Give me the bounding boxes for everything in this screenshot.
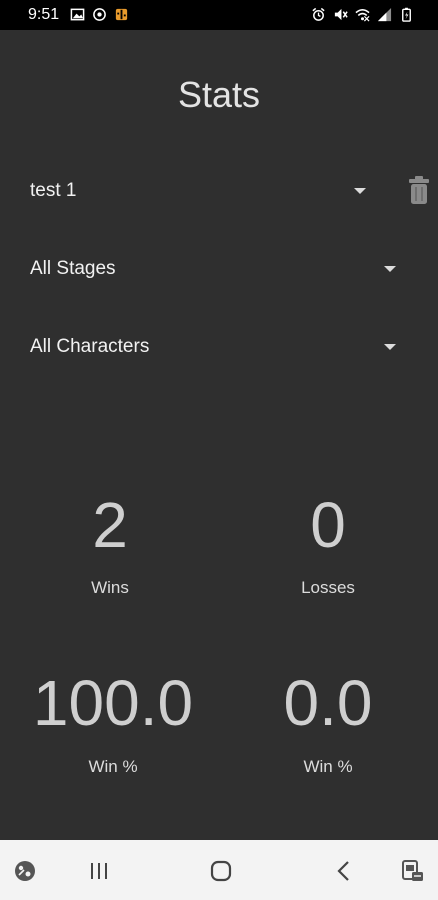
stage-dropdown[interactable]: All Stages [30, 249, 116, 289]
wins-label: Wins [91, 578, 129, 597]
losses-value: 0 [310, 489, 346, 561]
profile-dropdown-chevron-down-icon[interactable] [354, 188, 366, 194]
home-icon[interactable] [208, 858, 234, 884]
win-percent-value: 100.0 [32, 667, 194, 739]
losses-label: Losses [301, 578, 355, 597]
page-title: Stats [177, 74, 261, 115]
win-percent-label: Win % [88, 757, 138, 776]
loss-win-percent-value: 0.0 [283, 667, 373, 739]
delete-profile-trash-icon[interactable] [407, 175, 431, 205]
character-dropdown-value: All Characters [30, 336, 150, 357]
wifi-icon [355, 9, 370, 22]
image-icon [70, 8, 85, 21]
alarm-icon [312, 7, 325, 21]
profile-dropdown[interactable]: test 1 [30, 171, 76, 211]
status-right-icons [311, 7, 414, 22]
status-left-icons [70, 7, 129, 22]
location-icon [93, 8, 106, 21]
signal-icon [377, 7, 392, 22]
stage-dropdown-chevron-down-icon[interactable] [384, 266, 396, 272]
battery-icon [402, 7, 411, 22]
character-dropdown[interactable]: All Characters [30, 327, 149, 367]
game-icon [115, 8, 128, 21]
keyboard-switch-icon[interactable] [400, 858, 426, 884]
character-dropdown-chevron-down-icon[interactable] [384, 344, 396, 350]
mute-icon [334, 8, 348, 21]
accessibility-icon[interactable] [12, 858, 38, 884]
recent-apps-icon[interactable] [86, 858, 112, 884]
status-bar: 9:51 [0, 0, 438, 30]
wins-value: 2 [92, 489, 128, 561]
back-icon[interactable] [331, 858, 357, 884]
profile-dropdown-value: test 1 [30, 180, 77, 201]
status-time: 9:51 [28, 6, 60, 23]
loss-win-percent-label: Win % [303, 757, 353, 776]
stage-dropdown-value: All Stages [30, 258, 116, 279]
system-nav-bar [0, 840, 438, 900]
